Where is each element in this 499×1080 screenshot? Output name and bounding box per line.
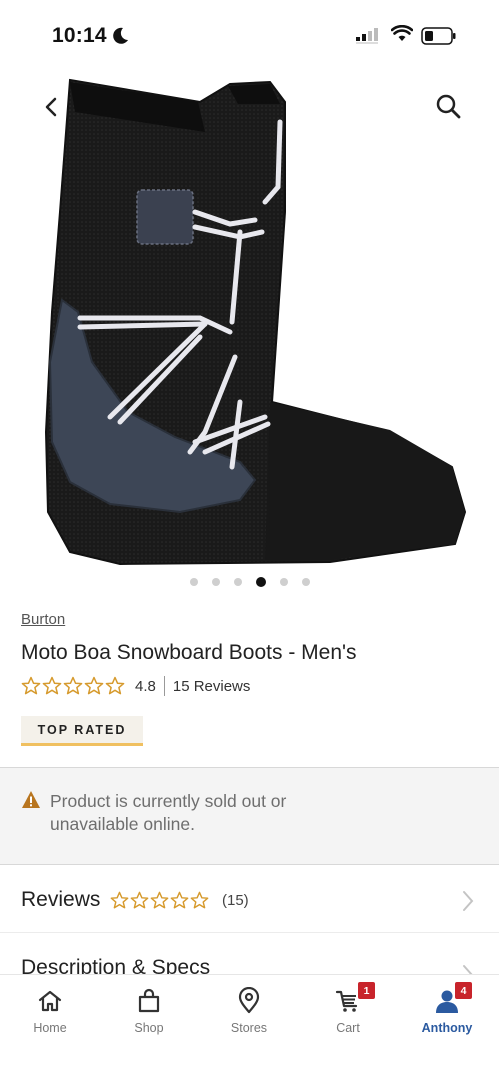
home-icon bbox=[38, 990, 62, 1012]
carousel-dot[interactable] bbox=[255, 577, 266, 587]
star-icon bbox=[190, 891, 209, 909]
location-pin-icon bbox=[238, 987, 260, 1014]
bottom-nav: Home Shop Stores 1 Cart 4 Anthony bbox=[0, 974, 499, 1080]
reviews-link[interactable]: 15 Reviews bbox=[173, 678, 251, 695]
search-button[interactable] bbox=[432, 90, 464, 122]
star-icon bbox=[110, 891, 129, 909]
availability-notice: Product is currently sold out or unavail… bbox=[0, 767, 499, 865]
reviews-section-row[interactable]: Reviews (15) bbox=[0, 866, 499, 933]
carousel-dot[interactable] bbox=[279, 578, 288, 586]
nav-label: Stores bbox=[230, 1021, 268, 1035]
carousel-dots[interactable] bbox=[0, 577, 499, 587]
star-icon bbox=[84, 676, 104, 695]
top-rated-badge: TOP RATED bbox=[21, 716, 143, 746]
nav-stores[interactable]: Stores bbox=[199, 975, 299, 1045]
account-badge: 4 bbox=[455, 982, 472, 999]
divider bbox=[163, 676, 165, 696]
nav-label: Anthony bbox=[421, 1021, 473, 1035]
star-icon bbox=[21, 676, 41, 695]
availability-message: Product is currently sold out or unavail… bbox=[50, 791, 287, 834]
star-icon bbox=[170, 891, 189, 909]
bag-icon bbox=[138, 988, 160, 1013]
product-title: Moto Boa Snowboard Boots - Men's bbox=[21, 641, 357, 664]
cart-badge: 1 bbox=[358, 982, 375, 999]
carousel-dot[interactable] bbox=[301, 578, 310, 586]
nav-label: Home bbox=[33, 1021, 67, 1035]
rating-stars bbox=[21, 676, 125, 696]
wifi-icon bbox=[391, 25, 413, 41]
chevron-left-icon bbox=[45, 97, 57, 117]
star-icon bbox=[63, 676, 83, 695]
nav-home[interactable]: Home bbox=[0, 975, 100, 1045]
reviews-count: (15) bbox=[222, 892, 249, 909]
star-icon bbox=[42, 676, 62, 695]
rating-value: 4.8 bbox=[135, 677, 156, 695]
nav-account[interactable]: 4 Anthony bbox=[397, 975, 497, 1045]
carousel-dot[interactable] bbox=[211, 578, 220, 586]
back-button[interactable] bbox=[36, 92, 66, 122]
warning-icon bbox=[22, 791, 40, 808]
nav-label: Shop bbox=[134, 1021, 164, 1035]
carousel-dot[interactable] bbox=[189, 578, 198, 586]
status-time: 10:14 bbox=[52, 24, 107, 47]
brand-link[interactable]: Burton bbox=[21, 611, 65, 628]
nav-cart[interactable]: 1 Cart bbox=[298, 975, 398, 1045]
nav-label: Cart bbox=[336, 1021, 360, 1035]
moon-icon bbox=[113, 27, 128, 44]
status-bar: 10:14 bbox=[0, 0, 499, 72]
product-image[interactable] bbox=[0, 72, 499, 572]
star-icon bbox=[105, 676, 125, 695]
star-icon bbox=[150, 891, 169, 909]
search-icon bbox=[436, 94, 461, 119]
chevron-right-icon bbox=[463, 891, 474, 911]
star-icon bbox=[130, 891, 149, 909]
battery-icon bbox=[421, 27, 456, 45]
signal-icon bbox=[356, 28, 378, 44]
reviews-stars bbox=[110, 891, 209, 910]
reviews-label: Reviews bbox=[21, 888, 101, 911]
rating-row[interactable]: 4.8 15 Reviews bbox=[21, 676, 250, 696]
nav-shop[interactable]: Shop bbox=[99, 975, 199, 1045]
carousel-dot[interactable] bbox=[233, 578, 242, 586]
